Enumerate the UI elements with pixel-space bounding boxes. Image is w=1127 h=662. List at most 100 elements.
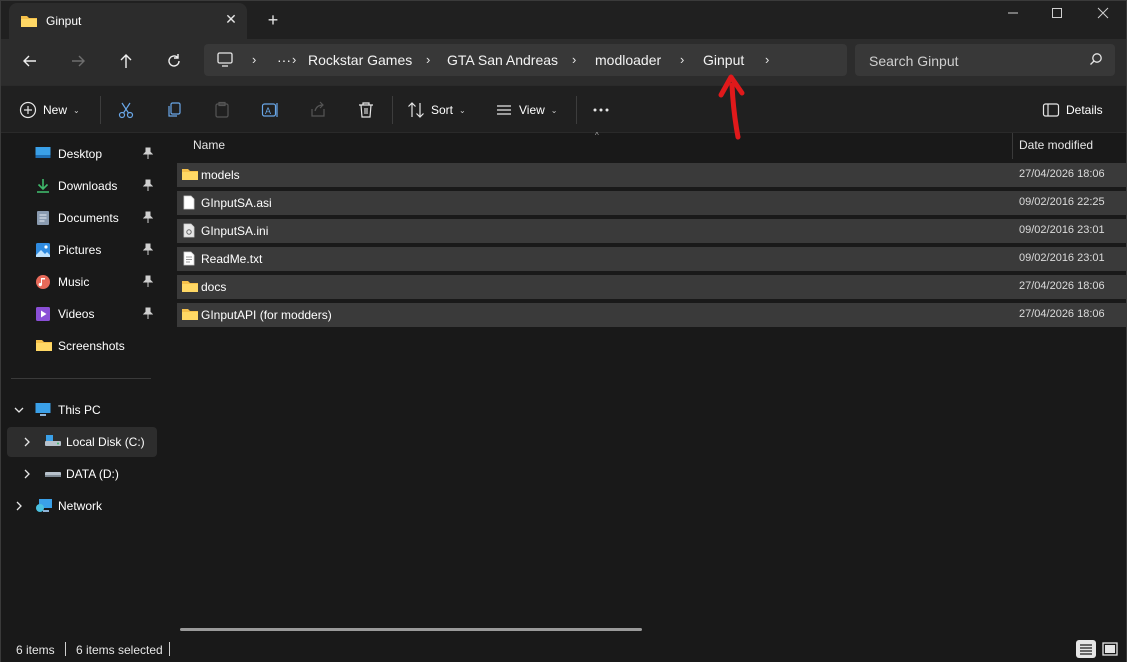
forward-button[interactable] (63, 49, 93, 73)
sidebar-item-screenshots[interactable]: Screenshots (7, 331, 157, 361)
new-tab-button[interactable]: + (263, 11, 283, 31)
paste-button[interactable] (213, 97, 231, 123)
breadcrumb-chevron-icon[interactable]: › (680, 52, 684, 67)
file-row[interactable]: GInputSA.ini 09/02/2016 23:01 (177, 219, 1126, 243)
divider (576, 96, 577, 124)
new-button[interactable]: New ⌄ (19, 97, 80, 123)
breadcrumb-chevron-icon[interactable]: › (765, 52, 769, 67)
command-bar: New ⌄ A Sort ⌄ View ⌄ Details (1, 85, 1126, 133)
breadcrumb-modloader[interactable]: modloader (595, 52, 661, 68)
music-icon (35, 274, 51, 293)
sidebar-item-this-pc[interactable]: This PC (7, 395, 157, 425)
search-input[interactable]: Search Ginput (869, 53, 959, 69)
pin-icon[interactable] (142, 275, 154, 290)
copy-button[interactable] (165, 97, 183, 123)
breadcrumb-gta-san-andreas[interactable]: GTA San Andreas (447, 52, 558, 68)
file-row[interactable]: docs 27/04/2026 18:06 (177, 275, 1126, 299)
pin-icon[interactable] (142, 147, 154, 162)
breadcrumb-chevron-icon[interactable]: › (572, 52, 576, 67)
rename-button[interactable]: A (261, 97, 279, 123)
videos-icon (35, 306, 51, 325)
maximize-button[interactable] (1037, 3, 1077, 23)
file-icon (183, 195, 195, 213)
title-bar: Ginput ✕ + (1, 1, 1126, 39)
view-button[interactable]: View ⌄ (495, 97, 558, 123)
file-name: ReadMe.txt (201, 252, 263, 266)
column-header-row: ^ Name Date modified (163, 131, 1126, 159)
pin-icon[interactable] (142, 211, 154, 226)
breadcrumb-chevron-icon[interactable]: › (426, 52, 430, 67)
breadcrumb-overflow[interactable]: ··· (277, 52, 291, 68)
file-row[interactable]: GInputAPI (for modders) 27/04/2026 18:06 (177, 303, 1126, 327)
close-tab-icon[interactable]: ✕ (222, 10, 240, 28)
back-button[interactable] (15, 49, 45, 73)
view-label: View (519, 103, 545, 117)
status-bar: 6 items 6 items selected (1, 635, 1126, 662)
pin-icon[interactable] (142, 179, 154, 194)
delete-button[interactable] (357, 97, 375, 123)
chevron-down-icon: ⌄ (459, 105, 466, 115)
sidebar-item-label: DATA (D:) (66, 467, 119, 481)
file-row[interactable]: ReadMe.txt 09/02/2016 23:01 (177, 247, 1126, 271)
horizontal-scrollbar[interactable] (180, 628, 642, 631)
folder-icon (20, 14, 38, 31)
cut-button[interactable] (117, 97, 135, 123)
chevron-right-icon[interactable] (21, 468, 33, 483)
refresh-button[interactable] (159, 49, 189, 73)
new-label: New (43, 103, 68, 117)
chevron-down-icon: ⌄ (73, 105, 80, 115)
breadcrumb-rockstar-games[interactable]: Rockstar Games (308, 52, 412, 68)
sidebar-item-videos[interactable]: Videos (7, 299, 157, 329)
breadcrumb-chevron-icon[interactable]: › (252, 52, 256, 67)
copy-icon (168, 102, 181, 117)
item-count: 6 items (16, 643, 55, 657)
sidebar-item-label: Downloads (58, 179, 118, 193)
minimize-button[interactable] (993, 3, 1033, 23)
arrow-left-icon (23, 55, 36, 67)
sidebar-item-label: Screenshots (58, 339, 125, 353)
sidebar-item-label: Network (58, 499, 103, 513)
divider (392, 96, 393, 124)
selected-count: 6 items selected (76, 643, 163, 657)
sort-button[interactable]: Sort ⌄ (407, 97, 466, 123)
details-view-button[interactable] (1076, 640, 1096, 658)
file-row[interactable]: models 27/04/2026 18:06 (177, 163, 1126, 187)
sidebar-item-documents[interactable]: Documents (7, 203, 157, 233)
sidebar-item-desktop[interactable]: Desktop (7, 139, 157, 169)
sidebar-item-local-disk-c[interactable]: Local Disk (C:) (7, 427, 157, 457)
search-box[interactable]: Search Ginput (855, 44, 1115, 76)
breadcrumb-ginput[interactable]: Ginput (703, 52, 744, 68)
sort-label: Sort (431, 103, 454, 117)
pin-icon[interactable] (142, 307, 154, 322)
details-view-icon (1080, 644, 1092, 655)
sidebar-item-pictures[interactable]: Pictures (7, 235, 157, 265)
sidebar-item-music[interactable]: Music (7, 267, 157, 297)
download-icon (35, 178, 51, 197)
details-pane-button[interactable]: Details (1042, 97, 1103, 123)
column-header-name[interactable]: Name (193, 138, 225, 152)
pin-icon[interactable] (142, 243, 154, 258)
text-file-icon (183, 251, 195, 269)
divider (100, 96, 101, 124)
chevron-right-icon[interactable] (13, 500, 25, 515)
details-pane-icon (1042, 103, 1060, 117)
details-label: Details (1066, 103, 1103, 117)
sidebar-item-network[interactable]: Network (7, 491, 157, 521)
sidebar-item-downloads[interactable]: Downloads (7, 171, 157, 201)
drive-icon (44, 466, 62, 483)
close-window-button[interactable] (1083, 3, 1123, 23)
sidebar-item-data-d[interactable]: DATA (D:) (7, 459, 157, 489)
tab-ginput[interactable]: Ginput ✕ (9, 3, 247, 39)
share-button[interactable] (309, 97, 327, 123)
sort-caret-icon: ^ (595, 131, 599, 140)
desktop-icon (35, 146, 51, 163)
monitor-icon[interactable] (217, 52, 233, 70)
chevron-right-icon[interactable] (21, 436, 33, 451)
chevron-down-icon[interactable] (13, 404, 25, 419)
column-divider[interactable] (1012, 133, 1013, 159)
column-header-date-modified[interactable]: Date modified (1019, 138, 1093, 152)
more-options-button[interactable] (591, 97, 611, 123)
large-icons-view-button[interactable] (1100, 640, 1120, 658)
up-button[interactable] (111, 49, 141, 73)
file-row[interactable]: GInputSA.asi 09/02/2016 22:25 (177, 191, 1126, 215)
